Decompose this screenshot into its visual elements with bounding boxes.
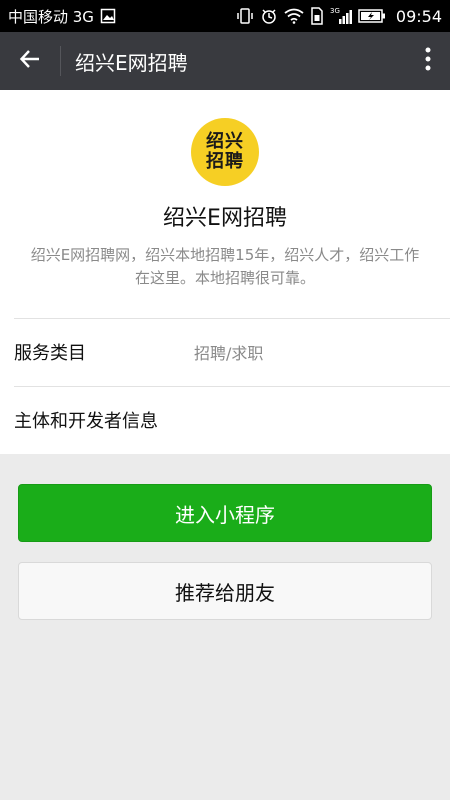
service-category-value: 招聘/求职 — [194, 344, 264, 363]
logo-text-line2: 招聘 — [206, 151, 244, 172]
mini-program-profile: 绍兴 招聘 绍兴E网招聘 绍兴E网招聘网，绍兴本地招聘15年，绍兴人才，绍兴工作… — [0, 90, 450, 454]
svg-text:3G: 3G — [330, 7, 340, 15]
image-notification-icon — [100, 8, 116, 24]
alarm-icon — [260, 7, 278, 25]
signal-icon: 3G — [330, 7, 352, 25]
wifi-icon — [284, 8, 304, 24]
clock: 09:54 — [395, 6, 442, 26]
sim-icon — [310, 7, 324, 25]
app-name: 绍兴E网招聘 — [163, 206, 287, 231]
more-button[interactable] — [406, 32, 450, 90]
app-description: 绍兴E网招聘网，绍兴本地招聘15年，绍兴人才，绍兴工作在这里。本地招聘很可靠。 — [30, 246, 420, 287]
service-category-row: 服务类目 招聘/求职 — [14, 318, 450, 385]
enter-mini-program-button[interactable]: 进入小程序 — [18, 484, 432, 542]
app-logo: 绍兴 招聘 — [191, 118, 259, 186]
carrier-label: 中国移动 3G — [8, 7, 94, 26]
developer-info-label: 主体和开发者信息 — [14, 411, 158, 432]
app-bar-divider — [60, 46, 61, 76]
status-bar-right: 3G 09:54 — [236, 7, 442, 26]
logo-text-line1: 绍兴 — [206, 131, 244, 152]
battery-charging-icon — [358, 8, 386, 24]
app-bar: 绍兴E网招聘 — [0, 32, 450, 90]
more-vertical-icon — [425, 47, 431, 75]
recommend-to-friend-button[interactable]: 推荐给朋友 — [18, 562, 432, 620]
service-category-label: 服务类目 — [14, 343, 86, 364]
status-bar: 中国移动 3G 3G 09:54 — [0, 0, 450, 32]
arrow-left-icon — [19, 48, 41, 74]
status-bar-left: 中国移动 3G — [8, 6, 116, 27]
page-title: 绍兴E网招聘 — [75, 50, 188, 75]
developer-info-row[interactable]: 主体和开发者信息 — [14, 386, 450, 453]
back-button[interactable] — [0, 32, 60, 90]
vibrate-icon — [236, 7, 254, 25]
